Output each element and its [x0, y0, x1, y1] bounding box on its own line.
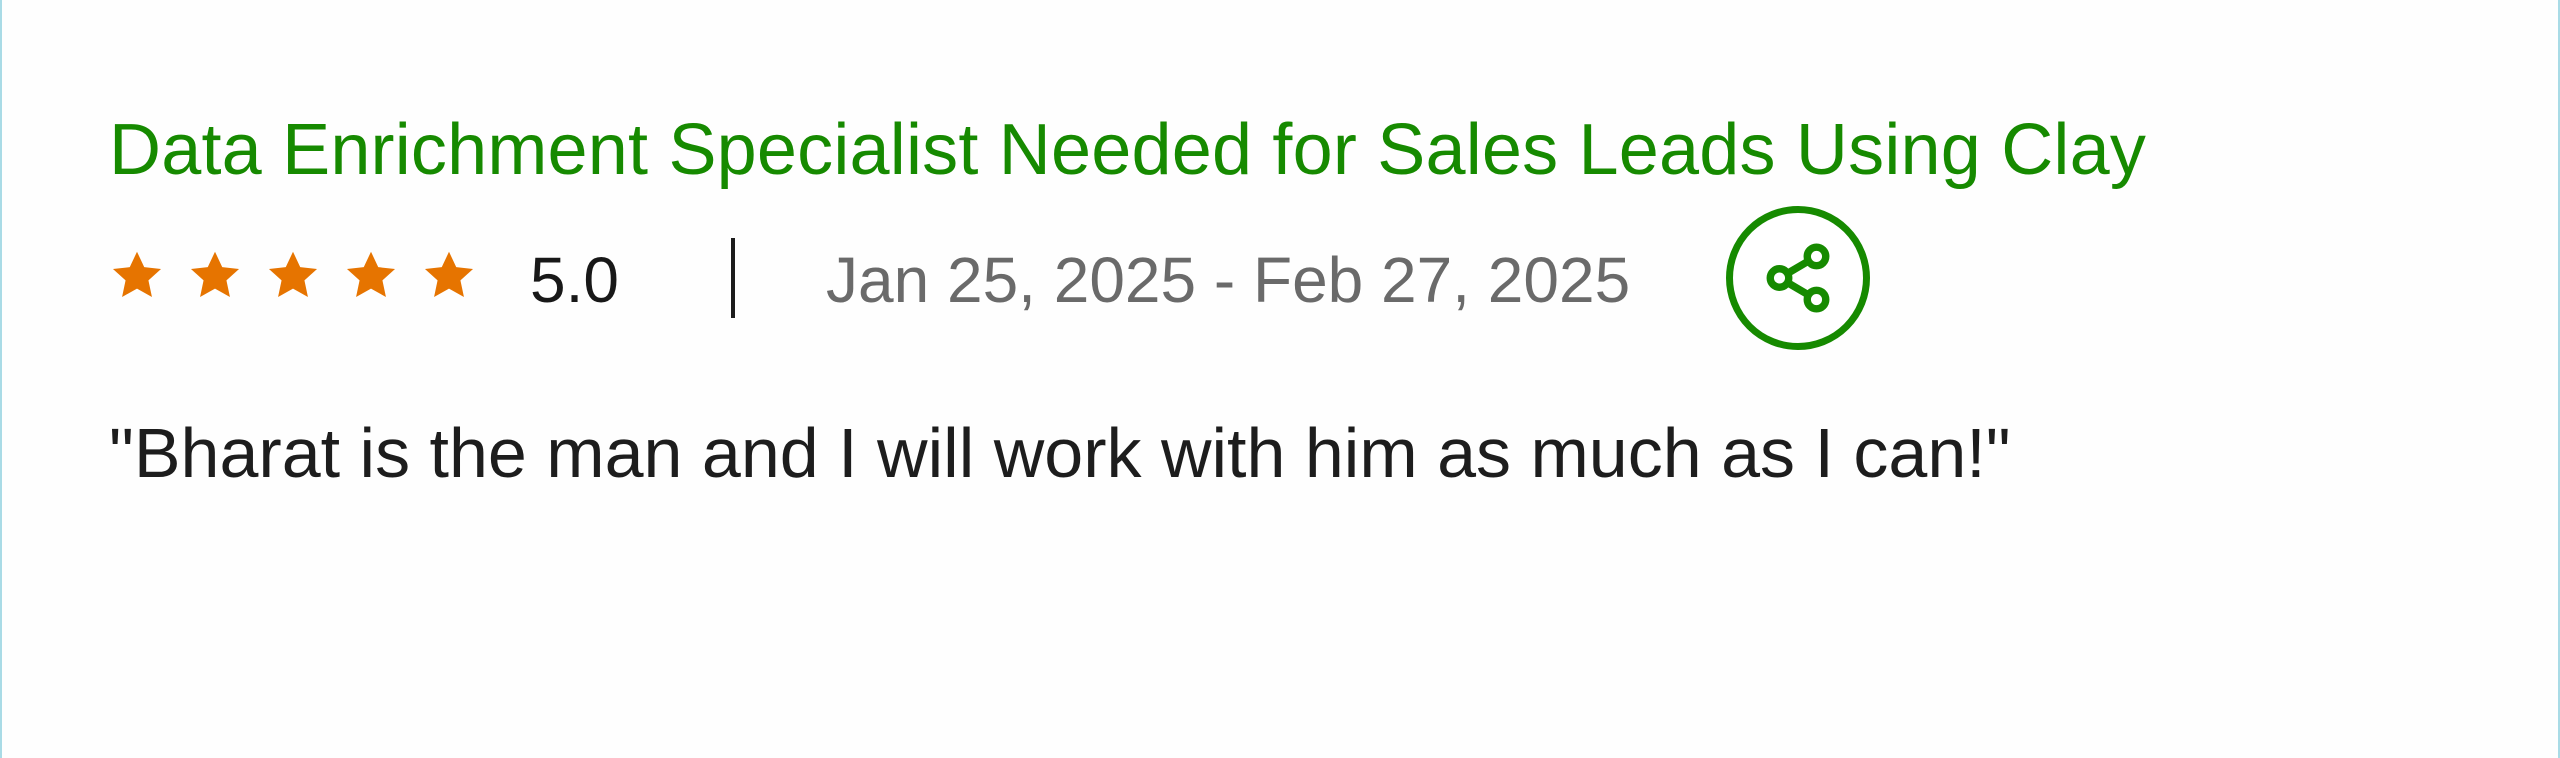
star-rating [109, 248, 477, 304]
rating-score: 5.0 [530, 244, 619, 316]
contract-date-range: Jan 25, 2025 - Feb 27, 2025 [826, 244, 1631, 316]
star-icon [424, 251, 474, 297]
star-icon [268, 251, 318, 297]
left-edge-line [0, 0, 2, 758]
share-button[interactable] [1726, 206, 1870, 350]
share-icon [1766, 243, 1830, 313]
client-feedback-text: "Bharat is the man and I will work with … [109, 414, 2011, 492]
star-icon [112, 251, 162, 297]
review-frame: Data Enrichment Specialist Needed for Sa… [0, 0, 2560, 758]
star-icon [346, 251, 396, 297]
work-history-review: Data Enrichment Specialist Needed for Sa… [109, 100, 2509, 498]
star-icon [190, 251, 240, 297]
review-meta-row: 5.0 Jan 25, 2025 - Feb 27, 2025 [109, 206, 2509, 366]
job-title-link[interactable]: Data Enrichment Specialist Needed for Sa… [109, 100, 2509, 200]
meta-divider [731, 238, 735, 318]
